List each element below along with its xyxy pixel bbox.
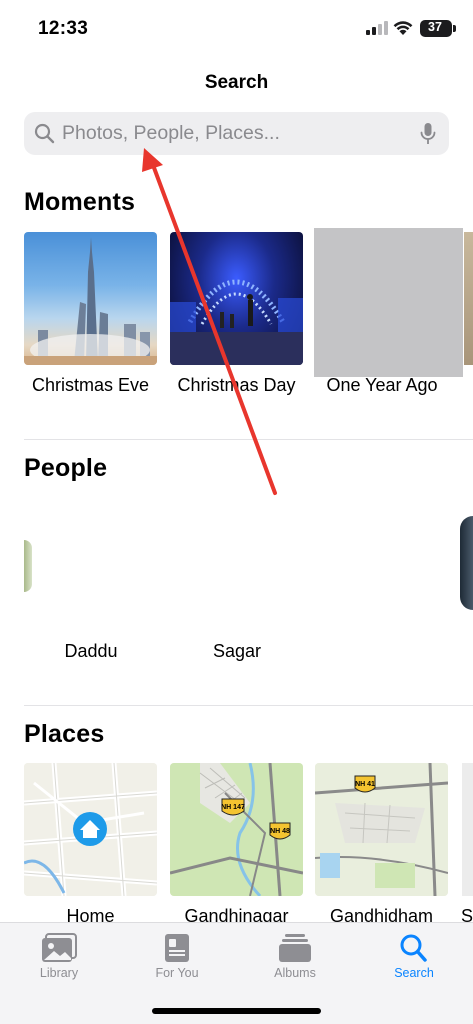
burj-photo — [24, 237, 157, 365]
moment-label-one-year-ago: One Year Ago — [326, 375, 438, 395]
status-bar: 12:33 37 — [0, 0, 473, 58]
map-gandhinagar: NH 147 NH 48 — [170, 763, 303, 896]
map-home — [24, 763, 157, 896]
map-gandhidham: NH 41 — [315, 763, 448, 896]
highway-shield-label: NH 41 — [355, 781, 375, 788]
moment-thumbnail-christmas-day[interactable] — [170, 232, 303, 365]
battery-level: 37 — [428, 20, 442, 34]
section-divider — [24, 705, 473, 706]
home-indicator — [152, 1008, 321, 1014]
tab-search[interactable]: Search — [355, 923, 473, 993]
magnifier-icon — [34, 123, 55, 144]
tab-label-for-you: For You — [155, 966, 199, 980]
moment-thumbnail-christmas-eve[interactable] — [24, 232, 157, 365]
tab-label-library: Library — [39, 966, 79, 980]
section-divider — [24, 439, 473, 440]
moments-section-title: Moments — [24, 188, 136, 216]
moment-thumbnail-one-year-ago[interactable] — [314, 228, 463, 377]
cellular-signal-icon — [366, 21, 388, 35]
wifi-icon — [393, 21, 413, 35]
for-you-icon — [165, 934, 189, 962]
tab-label-albums: Albums — [274, 966, 316, 980]
search-icon — [400, 934, 427, 962]
person-avatar-partial-right[interactable] — [460, 516, 473, 610]
person-label-sagar[interactable]: Sagar — [182, 641, 292, 662]
moment-thumbnail-partial[interactable] — [464, 232, 473, 365]
person-label-daddu[interactable]: Daddu — [36, 641, 146, 662]
people-section-title: People — [24, 454, 108, 482]
place-map-home[interactable] — [24, 763, 157, 896]
moment-label-christmas-eve: Christmas Eve — [31, 375, 150, 395]
place-map-partial[interactable] — [462, 763, 473, 896]
photo-library-icon — [42, 933, 77, 962]
tab-for-you[interactable]: For You — [118, 923, 236, 993]
highway-shield-label: NH 48 — [270, 828, 290, 835]
tab-label-search: Search — [394, 966, 434, 980]
battery-icon: 37 — [420, 20, 452, 37]
search-bar[interactable] — [24, 112, 449, 155]
moment-label-christmas-day: Christmas Day — [177, 375, 296, 395]
search-input[interactable] — [62, 112, 402, 155]
place-map-gandhinagar[interactable]: NH 147 NH 48 — [170, 763, 303, 896]
person-avatar-partial[interactable] — [24, 540, 32, 592]
place-map-gandhidham[interactable]: NH 41 — [315, 763, 448, 896]
highway-shield-label: NH 147 — [221, 804, 245, 811]
tab-albums[interactable]: Albums — [236, 923, 354, 993]
microphone-icon[interactable] — [420, 122, 436, 146]
tab-library[interactable]: Library — [0, 923, 118, 993]
places-section-title: Places — [24, 720, 105, 748]
status-time: 12:33 — [38, 18, 89, 39]
page-title: Search — [204, 72, 269, 93]
battery-cap — [453, 25, 456, 32]
albums-icon — [279, 934, 311, 962]
lights-photo — [170, 279, 303, 365]
